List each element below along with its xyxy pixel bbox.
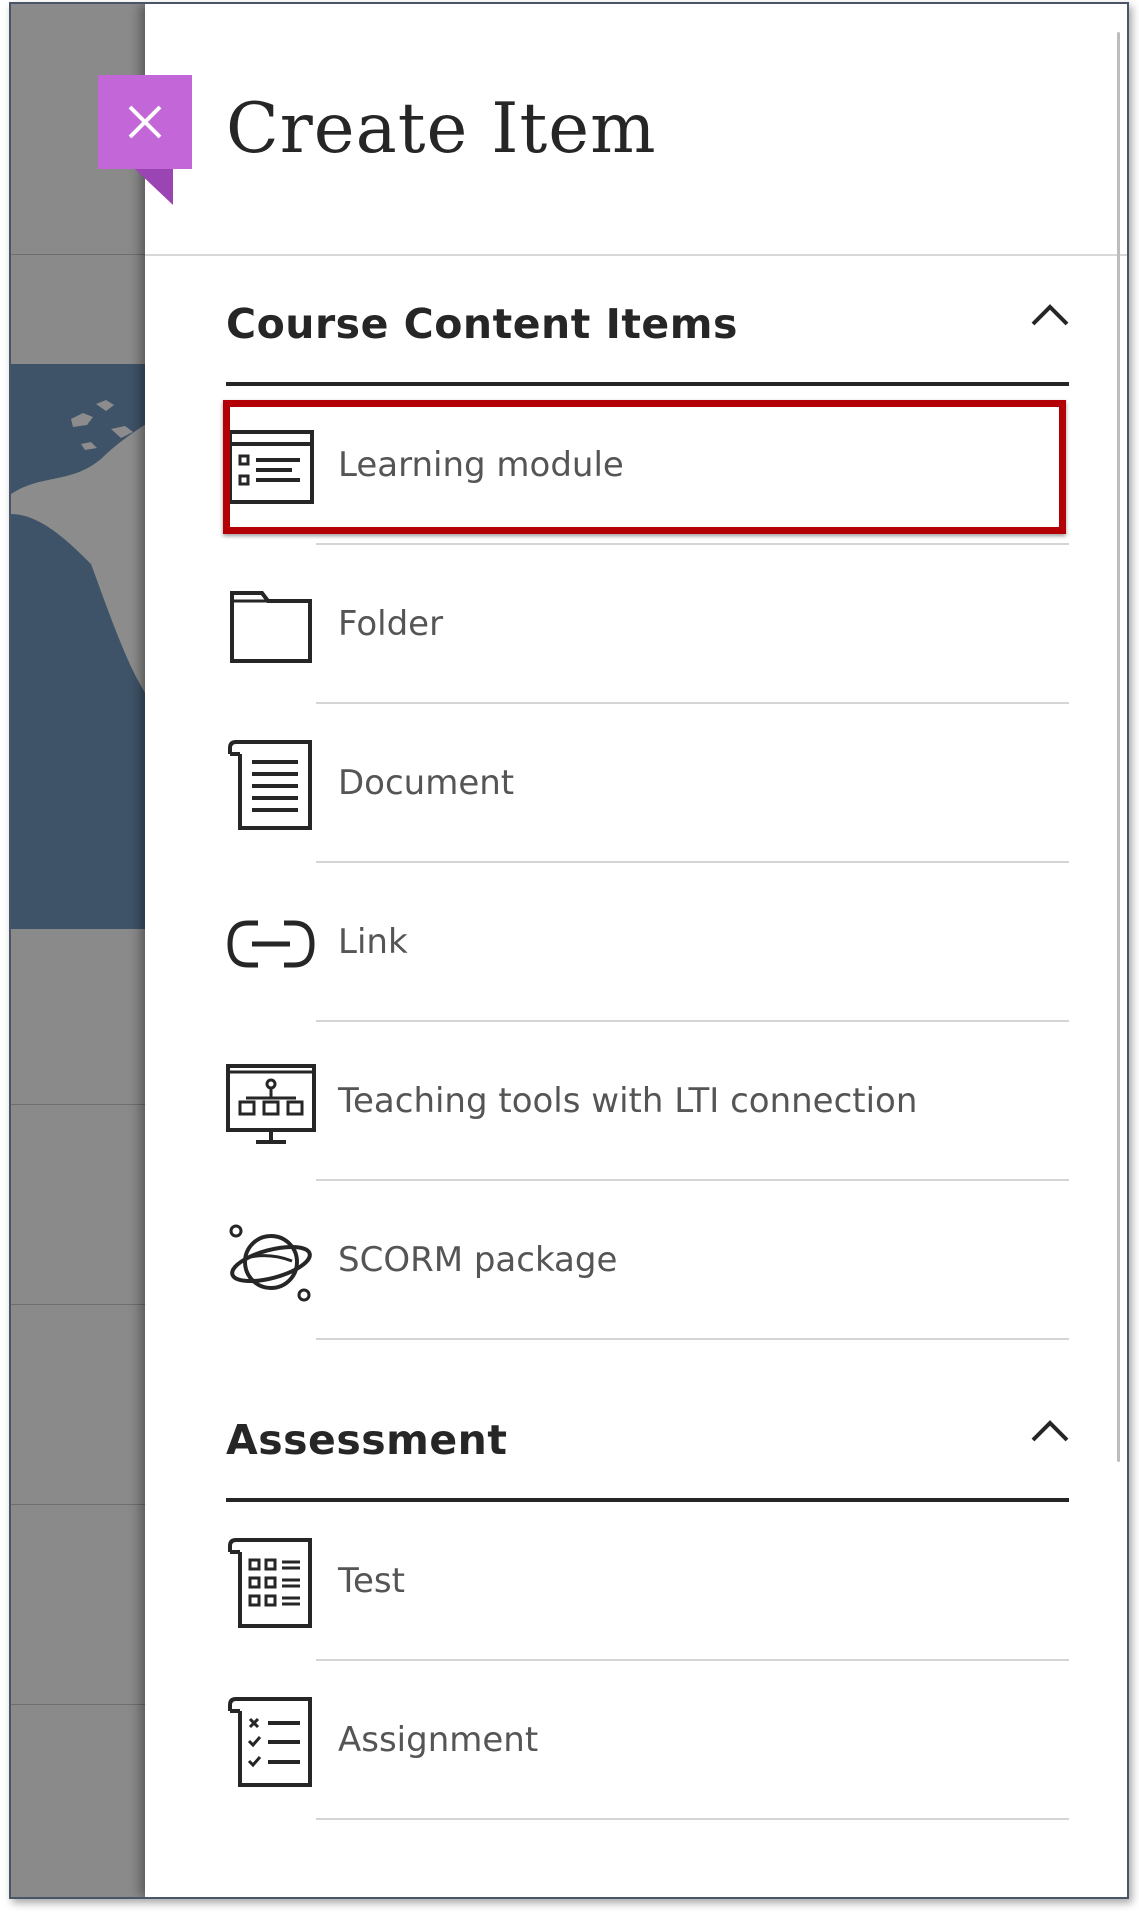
- section-title: Course Content Items: [226, 300, 738, 348]
- item-document[interactable]: Document: [226, 704, 1069, 863]
- divider: [316, 1338, 1069, 1340]
- create-item-panel: Create Item Course Content Items Learnin…: [145, 4, 1127, 1897]
- close-button-flag: [135, 169, 173, 205]
- item-label: Learning module: [338, 445, 624, 485]
- item-assignment[interactable]: Assignment: [226, 1661, 1069, 1820]
- item-scorm-package[interactable]: SCORM package: [226, 1181, 1069, 1340]
- screenshot-frame: Create Item Course Content Items Learnin…: [9, 2, 1129, 1899]
- background-divider: [11, 1504, 146, 1505]
- item-label: Link: [338, 922, 408, 962]
- panel-header: Create Item: [145, 4, 1127, 256]
- test-icon: [228, 1538, 312, 1628]
- item-label: Assignment: [338, 1720, 539, 1760]
- item-label: Teaching tools with LTI connection: [338, 1081, 918, 1121]
- background-divider: [11, 1104, 146, 1105]
- background-divider: [11, 1704, 146, 1705]
- close-button[interactable]: [98, 75, 192, 169]
- item-label: Folder: [338, 604, 444, 644]
- panel-scrollbar[interactable]: [1117, 32, 1120, 1462]
- section-header-assessment[interactable]: Assessment: [226, 1372, 1069, 1502]
- background-page: [11, 4, 146, 1897]
- background-divider: [11, 254, 146, 255]
- item-label: SCORM package: [338, 1240, 618, 1280]
- learning-module-icon: [228, 430, 314, 504]
- chevron-up-icon[interactable]: [1031, 304, 1069, 326]
- panel-title: Create Item: [226, 89, 657, 169]
- item-test[interactable]: Test: [226, 1502, 1069, 1661]
- item-lti-tools[interactable]: Teaching tools with LTI connection: [226, 1022, 1069, 1181]
- background-divider: [11, 1304, 146, 1305]
- document-icon: [228, 740, 312, 830]
- section-title: Assessment: [226, 1416, 508, 1464]
- item-folder[interactable]: Folder: [226, 545, 1069, 704]
- section-assessment: Assessment Test Assignment: [226, 1372, 1069, 1820]
- close-icon: [128, 105, 162, 139]
- chevron-up-icon[interactable]: [1031, 1420, 1069, 1442]
- course-banner-image: [11, 364, 146, 929]
- divider: [316, 1818, 1069, 1820]
- link-icon: [227, 920, 315, 968]
- section-header-course-content[interactable]: Course Content Items: [226, 256, 1069, 386]
- item-learning-module[interactable]: Learning module: [226, 386, 1069, 545]
- folder-icon: [230, 591, 312, 663]
- item-link[interactable]: Link: [226, 863, 1069, 1022]
- assignment-icon: [228, 1697, 312, 1787]
- item-label: Test: [338, 1561, 405, 1601]
- lti-tools-icon: [226, 1064, 316, 1144]
- section-course-content-items: Course Content Items Learning module Fol…: [226, 256, 1069, 1340]
- item-label: Document: [338, 763, 515, 803]
- scorm-package-icon: [229, 1224, 312, 1302]
